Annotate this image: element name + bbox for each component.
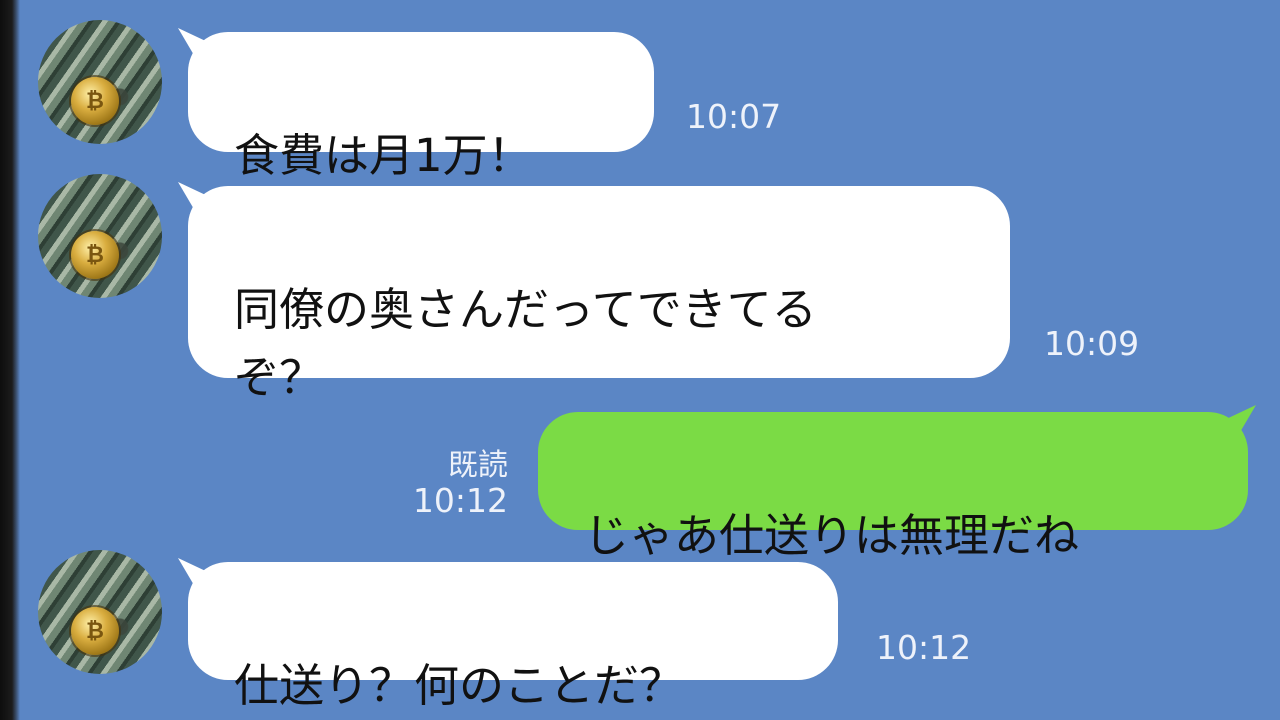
sender-avatar[interactable]: ₿ <box>38 174 162 298</box>
message-text: 同僚の奥さんだってできてる ぞ？ <box>234 283 817 404</box>
message-time: 10:07 <box>686 97 782 136</box>
bitcoin-coin-icon: ₿ <box>71 77 119 125</box>
bitcoin-coin-icon: ₿ <box>71 231 119 279</box>
bubble-tail-icon <box>1222 405 1256 439</box>
message-time: 10:12 <box>876 628 972 667</box>
read-receipt: 既読 <box>448 448 508 483</box>
message-bubble-1[interactable]: 食費は月1万！ <box>188 32 654 182</box>
sender-avatar[interactable]: ₿ <box>38 550 162 674</box>
message-time: 10:09 <box>1044 324 1140 363</box>
message-text: じゃあ仕送りは無理だね <box>584 509 1080 562</box>
message-text: 仕送り？何のことだ？ <box>234 659 685 712</box>
device-edge <box>0 0 20 720</box>
message-bubble-4[interactable]: 仕送り？何のことだ？ <box>188 562 838 712</box>
message-time: 10:12 <box>412 481 508 520</box>
message-bubble-2[interactable]: 同僚の奥さんだってできてる ぞ？ <box>188 186 1010 404</box>
sender-avatar[interactable]: ₿ <box>38 20 162 144</box>
message-text: 食費は月1万！ <box>234 129 533 182</box>
bitcoin-coin-icon: ₿ <box>71 607 119 655</box>
message-bubble-3[interactable]: じゃあ仕送りは無理だね <box>538 412 1248 562</box>
